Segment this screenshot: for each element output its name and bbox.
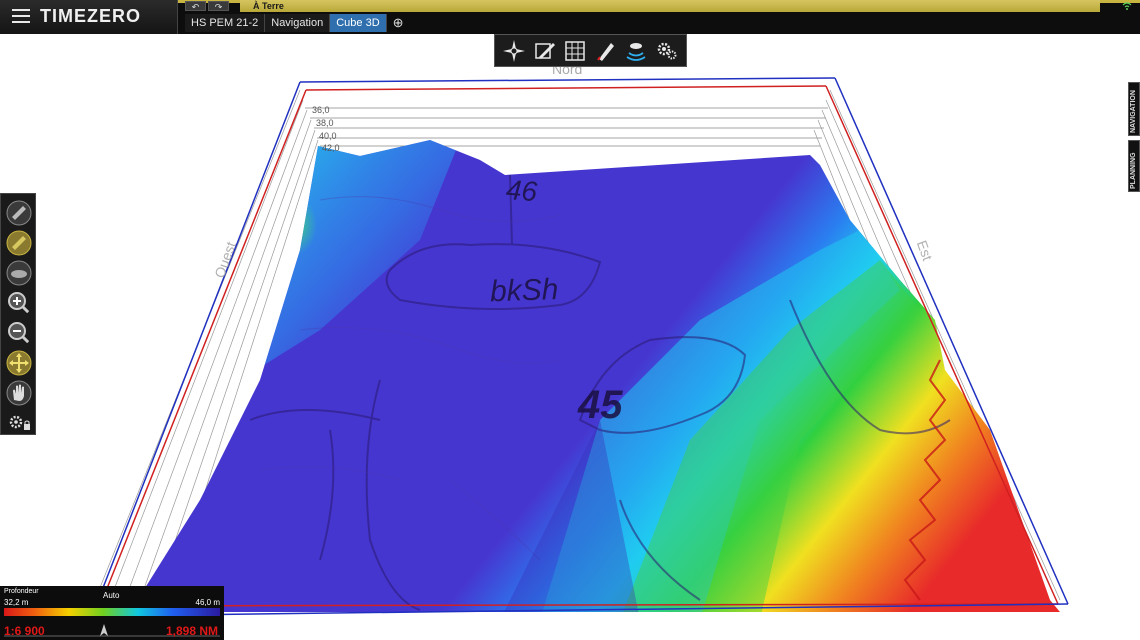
mode-title: À Terre: [253, 1, 284, 11]
bathymetry-surface: [130, 140, 1060, 612]
cube-3d-view[interactable]: 46 bkSh 45 36,0 38,0 40,0 42,0 Nord Oues…: [0, 34, 1140, 640]
grid-map-icon[interactable]: [562, 38, 588, 64]
side-tab-planning[interactable]: PLANNING: [1128, 140, 1140, 192]
side-tab-planning-label: PLANNING: [1130, 152, 1137, 189]
chart-scale-distance: 1,898 NM: [166, 624, 219, 638]
legend-min-depth: 32,2 m: [4, 598, 29, 607]
depth-tick: 40,0: [319, 131, 337, 141]
mode-bar: [240, 0, 1100, 12]
depth-tick: 38,0: [316, 118, 334, 128]
pan-move-icon[interactable]: [6, 350, 32, 376]
left-tool-panel: [0, 193, 36, 435]
tools-settings-lock-icon[interactable]: [6, 410, 32, 436]
north-arrow-icon: [100, 624, 108, 636]
depth-label-45: 45: [577, 383, 623, 427]
settings-gears-icon[interactable]: [654, 38, 680, 64]
vector-chart-icon[interactable]: [6, 230, 32, 256]
menu-icon[interactable]: [12, 8, 30, 24]
sonar-icon[interactable]: [623, 38, 649, 64]
add-tab-button[interactable]: ⊕: [387, 14, 405, 32]
compass-rose-icon[interactable]: [501, 38, 527, 64]
depth-grid: [305, 107, 828, 147]
legend-title: Profondeur: [4, 588, 39, 595]
undo-button[interactable]: ↶: [185, 1, 206, 12]
tab-cube-3d[interactable]: Cube 3D: [330, 14, 387, 32]
east-label: Est: [914, 238, 936, 263]
bathymetry-3d-canvas[interactable]: 46 bkSh 45 36,0 38,0 40,0 42,0 Nord Oues…: [0, 34, 1140, 640]
top-bar: À Terre TIMEZERO ↶ ↷ HS PEM 21-2 Navigat…: [0, 0, 1140, 34]
3d-view-icon[interactable]: [6, 260, 32, 286]
depth-tick: 42,0: [322, 143, 340, 153]
seabed-label-bksh: bkSh: [489, 273, 559, 308]
tab-navigation[interactable]: Navigation: [265, 14, 331, 32]
raster-chart-icon[interactable]: [6, 200, 32, 226]
hand-drag-icon[interactable]: [6, 380, 32, 406]
redo-button[interactable]: ↷: [208, 1, 229, 12]
chart-scale-ratio: 1:6 900: [4, 624, 45, 638]
wifi-icon: [1122, 2, 1132, 10]
legend-auto-button[interactable]: Auto: [103, 591, 119, 600]
side-tab-navigation-label: NAVIGATION: [1130, 90, 1137, 133]
zoom-out-icon[interactable]: [6, 320, 32, 346]
logo-area: TIMEZERO: [0, 0, 178, 34]
tab-hs-pem[interactable]: HS PEM 21-2: [185, 14, 266, 32]
west-label: Ouest: [211, 239, 239, 280]
app-logo: TIMEZERO: [40, 6, 141, 26]
depth-color-bar: [4, 608, 220, 616]
chart-layers-icon[interactable]: [532, 38, 558, 64]
legend-max-depth: 46,0 m: [195, 598, 220, 607]
undo-redo-group: ↶ ↷: [185, 1, 229, 12]
depth-tick: 36,0: [312, 105, 330, 115]
zoom-in-icon[interactable]: [6, 290, 32, 316]
workspace-tabs: HS PEM 21-2 Navigation Cube 3D ⊕: [185, 14, 405, 32]
timezero-app: À Terre TIMEZERO ↶ ↷ HS PEM 21-2 Navigat…: [0, 0, 1140, 640]
side-tab-navigation[interactable]: NAVIGATION: [1128, 82, 1140, 136]
route-pencil-icon[interactable]: [593, 38, 619, 64]
depth-legend[interactable]: Profondeur Auto 32,2 m 46,0 m 1:6 900 1,…: [0, 586, 224, 640]
view-toolbar: [494, 34, 687, 67]
depth-label-46: 46: [505, 174, 539, 207]
